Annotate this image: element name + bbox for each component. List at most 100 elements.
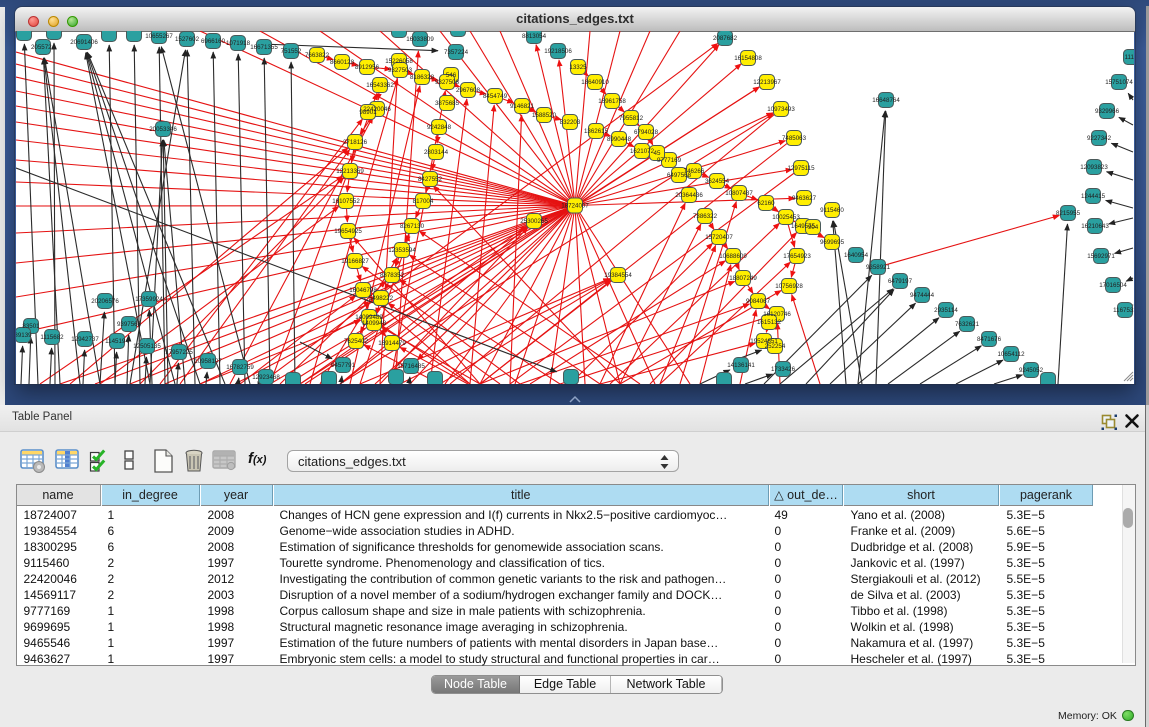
svg-text:7357224: 7357224 — [444, 49, 469, 56]
svg-text:83501: 83501 — [22, 323, 40, 330]
svg-text:7625402: 7625402 — [344, 338, 369, 345]
svg-text:20691406: 20691406 — [70, 39, 98, 46]
svg-text:7386322: 7386322 — [693, 213, 718, 220]
svg-text:15720407: 15720407 — [705, 234, 733, 241]
svg-text:1115682: 1115682 — [40, 334, 64, 341]
svg-text:1409948: 1409948 — [362, 320, 387, 327]
svg-text:16671355: 16671355 — [250, 44, 278, 51]
svg-text:18640910: 18640910 — [581, 79, 609, 86]
svg-text:9329966: 9329966 — [1095, 108, 1120, 115]
svg-text:1733426: 1733426 — [771, 366, 796, 373]
svg-text:25300265: 25300265 — [520, 218, 548, 225]
svg-text:16648764: 16648764 — [872, 97, 900, 104]
svg-text:3875685: 3875685 — [435, 100, 460, 107]
svg-text:9474444: 9474444 — [910, 292, 935, 299]
svg-text:1640954: 1640954 — [844, 252, 869, 259]
svg-text:15716485: 15716485 — [397, 363, 425, 370]
svg-text:12213967: 12213967 — [753, 79, 781, 86]
svg-text:20053346: 20053346 — [149, 126, 177, 133]
svg-text:2087682: 2087682 — [713, 35, 738, 42]
svg-text:7485063: 7485063 — [782, 135, 807, 142]
svg-text:12213369: 12213369 — [336, 168, 364, 175]
svg-text:12923468: 12923468 — [252, 374, 280, 381]
svg-text:17359924: 17359924 — [135, 296, 163, 303]
svg-text:9327508: 9327508 — [435, 79, 460, 86]
svg-text:1362615: 1362615 — [584, 128, 609, 135]
svg-text:8267130: 8267130 — [400, 223, 425, 230]
svg-text:10958107: 10958107 — [194, 358, 222, 365]
svg-text:10654112: 10654112 — [997, 351, 1025, 358]
svg-text:17957225: 17957225 — [165, 349, 193, 356]
svg-text:20364436: 20364436 — [675, 192, 703, 199]
svg-text:18807249: 18807249 — [729, 275, 757, 282]
svg-text:10025453: 10025453 — [772, 214, 800, 221]
svg-text:8878352: 8878352 — [380, 272, 405, 279]
svg-text:1145194: 1145194 — [105, 338, 129, 345]
svg-text:8912956: 8912956 — [355, 64, 380, 71]
svg-text:6794028: 6794028 — [634, 129, 659, 136]
svg-text:252254: 252254 — [765, 343, 786, 350]
svg-text:9245052: 9245052 — [1019, 367, 1044, 374]
svg-text:12093823: 12093823 — [1080, 164, 1108, 171]
svg-text:18724007: 18724007 — [561, 203, 589, 210]
svg-text:8990448: 8990448 — [607, 136, 632, 143]
svg-text:13325: 13325 — [569, 64, 587, 71]
svg-text:2803144: 2803144 — [424, 149, 449, 156]
svg-text:1071918: 1071918 — [226, 40, 251, 47]
svg-text:15226058: 15226058 — [385, 58, 413, 65]
svg-text:904: 904 — [808, 224, 819, 231]
svg-text:8454749: 8454749 — [483, 93, 508, 100]
svg-text:12942737: 12942737 — [71, 336, 99, 343]
svg-text:7663822: 7663822 — [305, 52, 330, 59]
svg-text:8660128: 8660128 — [330, 59, 355, 66]
svg-text:19166827: 19166827 — [341, 258, 369, 265]
svg-text:10655267: 10655267 — [145, 33, 173, 40]
svg-text:9227342: 9227342 — [1087, 135, 1112, 142]
svg-text:15751074: 15751074 — [1105, 79, 1133, 86]
svg-text:832203: 832203 — [560, 119, 581, 126]
svg-text:17654923: 17654923 — [783, 253, 811, 260]
svg-text:5498222: 5498222 — [369, 295, 394, 302]
svg-text:16914479: 16914479 — [378, 340, 406, 347]
svg-text:8427552: 8427552 — [418, 176, 443, 183]
svg-text:2055724: 2055724 — [31, 44, 56, 51]
svg-text:751552: 751552 — [281, 48, 302, 55]
svg-text:9397568: 9397568 — [117, 321, 142, 328]
svg-text:16782759: 16782759 — [226, 364, 254, 371]
svg-text:9146821: 9146821 — [510, 103, 535, 110]
svg-text:9463627: 9463627 — [792, 195, 817, 202]
svg-text:17016504: 17016504 — [1099, 282, 1127, 289]
svg-text:9777169: 9777169 — [657, 157, 682, 164]
svg-text:16033809: 16033809 — [406, 36, 434, 43]
svg-text:7955812: 7955812 — [619, 115, 644, 122]
svg-text:1244415: 1244415 — [1081, 193, 1106, 200]
svg-text:62160: 62160 — [757, 200, 775, 207]
svg-text:9084067: 9084067 — [746, 298, 771, 305]
svg-text:3624554: 3624554 — [705, 178, 730, 185]
svg-text:1615132: 1615132 — [757, 319, 782, 326]
svg-text:98901: 98901 — [359, 109, 377, 116]
svg-text:45: 45 — [654, 150, 661, 157]
svg-text:1588520: 1588520 — [532, 112, 557, 119]
svg-text:8471676: 8471676 — [977, 336, 1002, 343]
svg-text:2935114: 2935114 — [934, 307, 958, 314]
svg-text:16543362: 16543362 — [366, 82, 394, 89]
svg-text:19654925: 19654925 — [334, 228, 362, 235]
svg-text:1621072: 1621072 — [630, 148, 655, 155]
svg-text:10973493: 10973493 — [767, 106, 795, 113]
svg-text:1112: 1112 — [1125, 54, 1134, 61]
svg-text:10688609: 10688609 — [719, 253, 747, 260]
svg-text:8186328: 8186328 — [410, 74, 435, 81]
svg-text:2967608: 2967608 — [456, 87, 481, 94]
svg-text:8813054: 8813054 — [522, 33, 547, 40]
svg-text:9358921: 9358921 — [866, 264, 891, 271]
svg-text:16961758: 16961758 — [598, 98, 626, 105]
svg-text:9242848: 9242848 — [427, 124, 452, 131]
svg-text:8215955: 8215955 — [1056, 210, 1081, 217]
svg-text:12975115: 12975115 — [787, 165, 815, 172]
svg-text:12505135: 12505135 — [133, 343, 161, 350]
svg-text:6966160: 6966160 — [201, 38, 226, 45]
svg-text:6497568: 6497568 — [667, 172, 692, 179]
svg-text:546: 546 — [446, 72, 457, 79]
svg-text:817004: 817004 — [413, 198, 434, 205]
